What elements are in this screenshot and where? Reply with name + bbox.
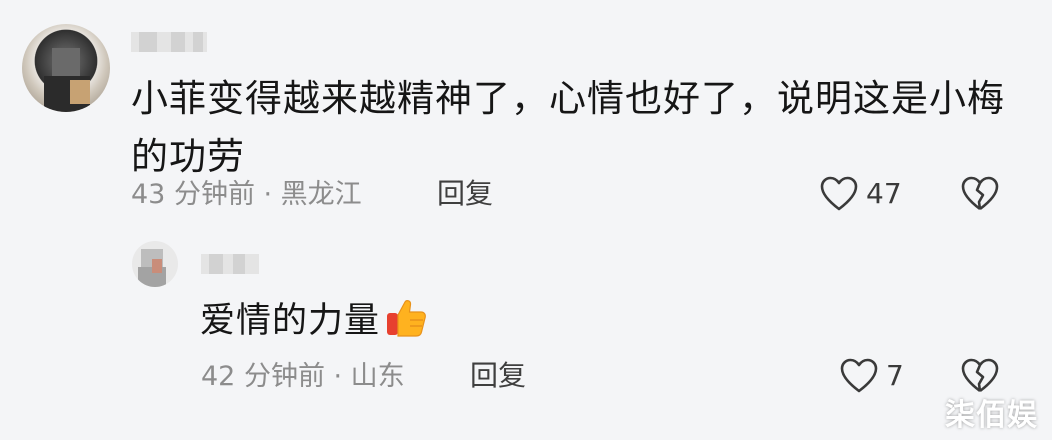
watermark: 柒佰娱 <box>945 398 1038 433</box>
avatar[interactable] <box>22 24 110 112</box>
heart-icon[interactable] <box>819 175 859 213</box>
reply-avatar[interactable] <box>132 241 178 287</box>
reply-heart-icon[interactable] <box>839 357 879 395</box>
comment-text: 小菲变得越来越精神了，心情也好了，说明这是小梅的功劳 <box>131 77 1005 178</box>
reply-button[interactable]: 回复 <box>437 177 493 211</box>
like-count: 47 <box>866 177 902 210</box>
reply-text-content: 爱情的力量 <box>200 301 381 341</box>
reply-text: 爱情的力量 <box>200 296 428 354</box>
reply-reply-button[interactable]: 回复 <box>470 359 526 393</box>
username-redacted[interactable] <box>131 32 207 52</box>
thumbs-up-icon <box>384 296 428 354</box>
comment-meta: 43 分钟前 · 黑龙江 <box>131 179 362 210</box>
broken-heart-icon[interactable] <box>960 175 1000 213</box>
reply-meta: 42 分钟前 · 山东 <box>201 361 405 392</box>
reply-username-redacted[interactable] <box>201 254 259 274</box>
reply-like-count: 7 <box>886 359 904 392</box>
